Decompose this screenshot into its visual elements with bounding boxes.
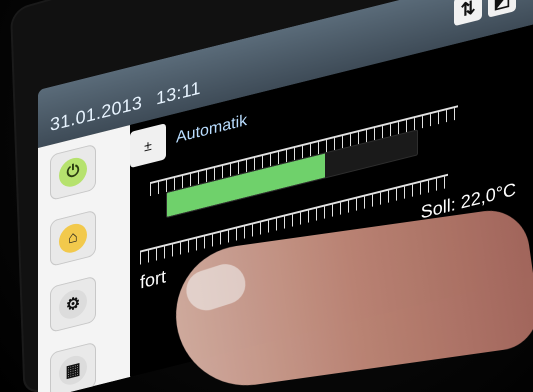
top-right-icons: ⇅ ◩ [454, 0, 516, 27]
grid-icon: ▦ [59, 352, 87, 388]
power-button[interactable]: ⏻ [50, 143, 96, 202]
settings-button[interactable]: ⚙ [50, 275, 96, 334]
gear-icon: ⚙ [59, 286, 87, 322]
thermostat-mode-icon[interactable]: ± [130, 123, 166, 169]
up-down-icon[interactable]: ⇅ [454, 0, 482, 27]
logo-icon[interactable]: ◩ [488, 0, 516, 18]
home-button[interactable]: ⌂ [50, 209, 96, 268]
power-icon: ⏻ [59, 154, 87, 190]
left-navigation: ⏻ ⌂ ⚙ ▦ [38, 124, 131, 392]
time-display: 13:11 [156, 77, 201, 109]
comfort-label: fort [140, 266, 167, 293]
mode-label: Automatik [176, 111, 248, 147]
home-icon: ⌂ [59, 220, 87, 256]
grid-button[interactable]: ▦ [50, 341, 96, 392]
photo-scene: 31.01.2013 13:11 ⇅ ◩ ⏻ ⌂ ⚙ ▦ ± [0, 0, 533, 392]
